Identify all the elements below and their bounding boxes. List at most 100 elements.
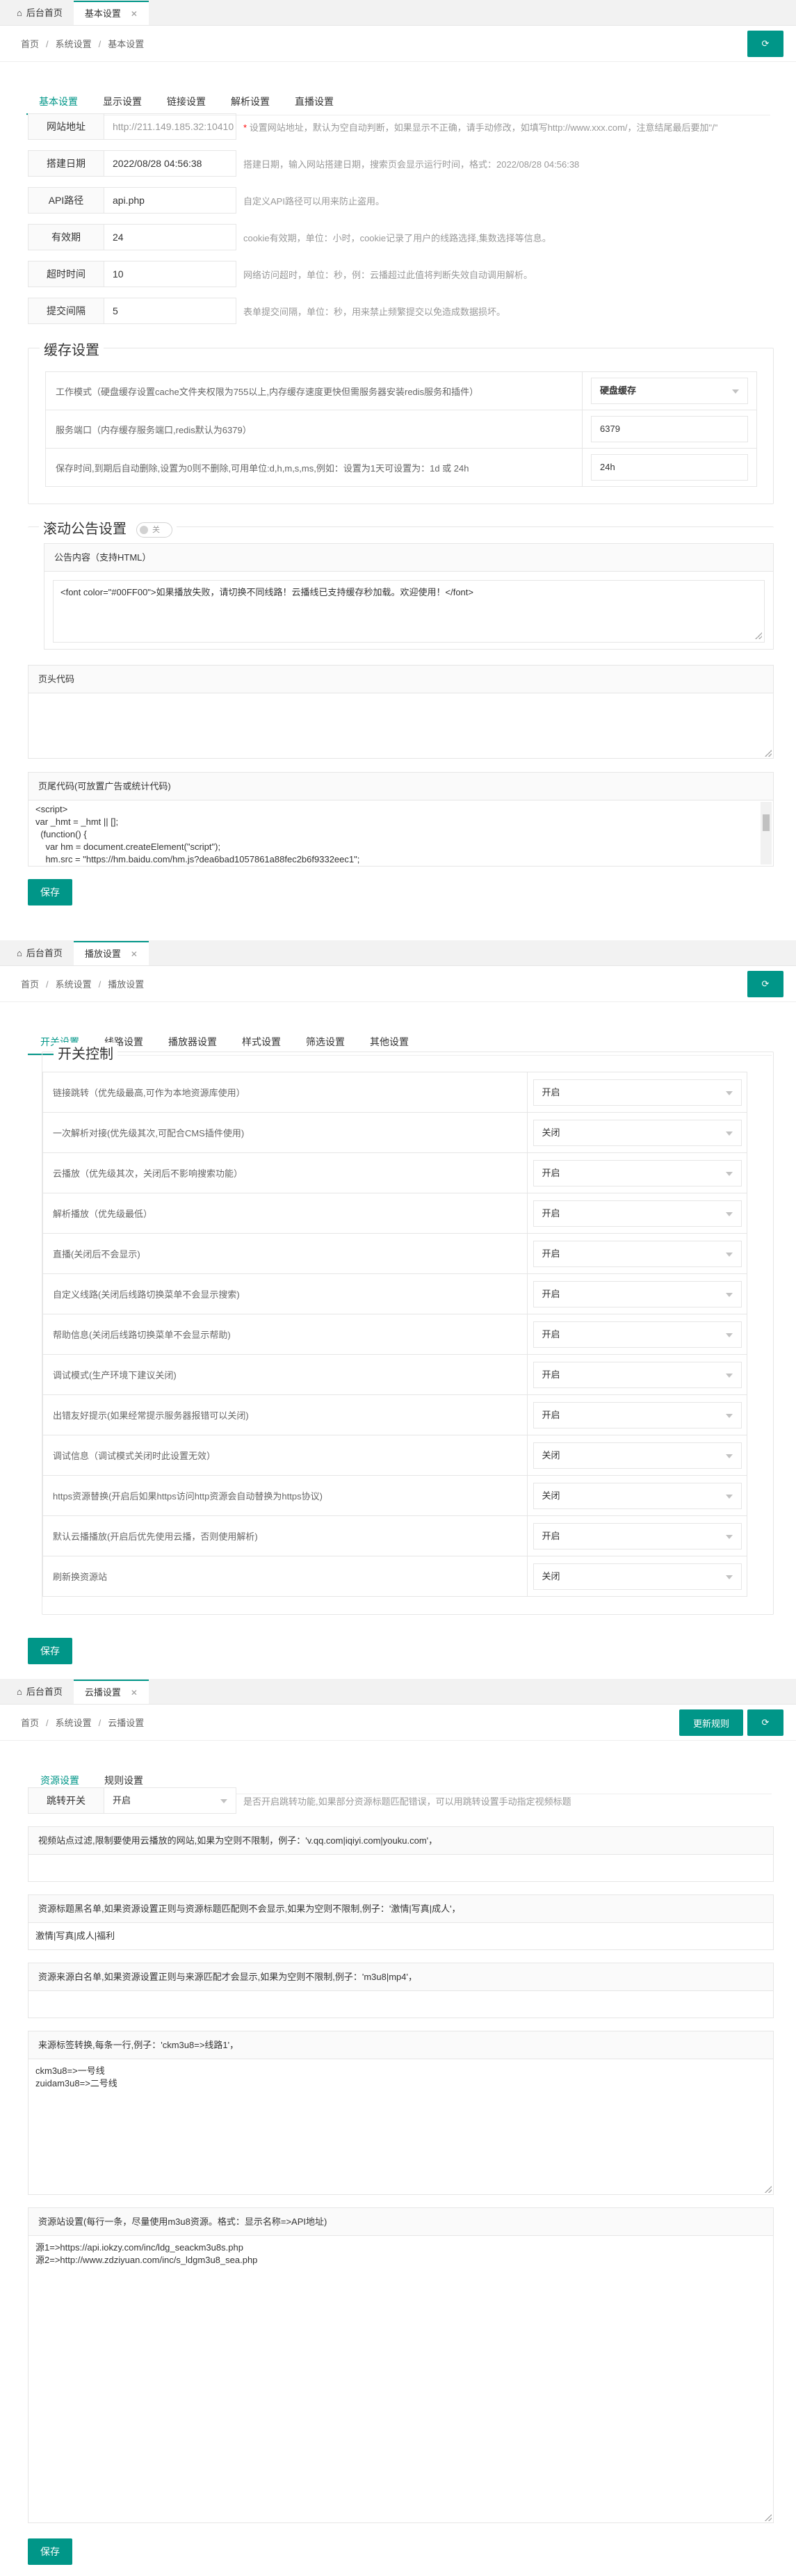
toggle-select[interactable]: 开启 <box>533 1200 742 1227</box>
resize-handle-icon[interactable] <box>755 632 762 639</box>
site-url-input[interactable]: http://211.149.185.32:10410 <box>104 113 236 140</box>
resize-handle-icon[interactable] <box>765 2514 772 2521</box>
toggle-select[interactable]: 开启 <box>533 1321 742 1348</box>
header-code-textarea[interactable] <box>29 693 773 758</box>
save-button[interactable]: 保存 <box>28 1638 72 1664</box>
toggle-select[interactable]: 关闭 <box>533 1482 742 1509</box>
breadcrumb-item: 云播设置 <box>108 1718 145 1728</box>
breadcrumb-item[interactable]: 首页 <box>21 39 39 49</box>
footer-code-textarea[interactable]: <script> var _hmt = _hmt || []; (functio… <box>29 800 773 866</box>
tab-basic-settings[interactable]: 基本设置 ✕ <box>73 1 149 26</box>
source-whitelist-title: 资源来源白名单,如果资源设置正则与来源匹配才会显示,如果为空则不限制,例子：'m… <box>29 1963 773 1991</box>
play-settings-panel: ⌂ 后台首页 播放设置 ✕ 首页 / 系统设置 / 播放设置 ⟳ 开关设置 线路设置 播放器… <box>0 940 796 1677</box>
source-whitelist-input[interactable] <box>29 1991 773 2018</box>
form-row: 跳转开关 开启 是否开启跳转功能,如果部分资源标题匹配错误，可以用跳转设置手动指… <box>28 1787 571 1814</box>
subtab-link[interactable]: 链接设置 <box>154 88 218 115</box>
tab-home[interactable]: ⌂ 后台首页 <box>6 1680 74 1704</box>
toggle-select[interactable]: 关闭 <box>533 1442 742 1469</box>
refresh-button[interactable]: ⟳ <box>747 971 783 997</box>
table-row: 解析播放（优先级最低） 开启 <box>43 1193 747 1234</box>
cache-ttl-input[interactable]: 24h <box>591 454 748 481</box>
title-blacklist-input[interactable]: 激情|写真|成人|福利 <box>29 1923 773 1949</box>
breadcrumb: 首页 / 系统设置 / 基本设置 ⟳ <box>0 26 796 62</box>
toggle-select[interactable]: 开启 <box>533 1240 742 1267</box>
build-date-input[interactable]: 2022/08/28 04:56:38 <box>104 150 236 177</box>
breadcrumb-item[interactable]: 系统设置 <box>56 1718 92 1728</box>
api-path-input[interactable]: api.php <box>104 187 236 214</box>
source-label-title: 来源标签转换,每条一行,例子：'ckm3u8=>线路1'， <box>29 2031 773 2059</box>
breadcrumb-item[interactable]: 系统设置 <box>56 979 92 990</box>
caret-down-icon <box>725 1292 733 1297</box>
submit-interval-input[interactable]: 5 <box>104 298 236 324</box>
api-sources-textarea[interactable]: 源1=>https://api.iokzy.com/inc/ldg_seackm… <box>29 2236 773 2522</box>
site-filter-input[interactable] <box>29 1855 773 1881</box>
resize-handle-icon[interactable] <box>765 750 772 757</box>
breadcrumb-item[interactable]: 首页 <box>21 979 39 990</box>
table-row: 保存时间,到期后自动删除,设置为0则不删除,可用单位:d,h,m,s,ms,例如… <box>46 449 756 487</box>
caret-down-icon <box>725 1333 733 1337</box>
tab-bar: ⌂ 后台首页 基本设置 ✕ <box>0 0 796 26</box>
close-icon[interactable]: ✕ <box>131 1681 138 1705</box>
toggle-select[interactable]: 开启 <box>533 1522 742 1549</box>
toggle-select[interactable]: 开启 <box>533 1280 742 1307</box>
tab-play-settings[interactable]: 播放设置 ✕ <box>73 941 149 966</box>
row-label: 默认云播播放(开启后优先使用云播，否则使用解析) <box>43 1516 528 1556</box>
notice-textarea[interactable]: <font color="#00FF00">如果播放失败，请切换不同线路！云播线… <box>53 580 765 643</box>
timeout-input[interactable]: 10 <box>104 261 236 287</box>
table-row: 调试模式(生产环境下建议关闭) 开启 <box>43 1355 747 1395</box>
close-icon[interactable]: ✕ <box>131 2 138 26</box>
toggle-select[interactable]: 开启 <box>533 1401 742 1428</box>
toggle-select[interactable]: 开启 <box>533 1159 742 1186</box>
update-rules-button[interactable]: 更新规则 <box>679 1709 743 1736</box>
subtab-basic[interactable]: 基本设置 <box>26 88 90 115</box>
cache-mode-select[interactable]: 硬盘缓存 <box>591 378 748 404</box>
caret-down-icon <box>725 1211 733 1216</box>
breadcrumb-item[interactable]: 首页 <box>21 1718 39 1728</box>
close-icon[interactable]: ✕ <box>131 942 138 966</box>
source-label-textarea[interactable]: ckm3u8=>一号线 zuidam3u8=>二号线 <box>29 2059 773 2194</box>
toggle-select[interactable]: 关闭 <box>533 1119 742 1146</box>
tab-home[interactable]: ⌂ 后台首页 <box>6 1 74 25</box>
tab-home[interactable]: ⌂ 后台首页 <box>6 942 74 965</box>
save-button[interactable]: 保存 <box>28 2538 72 2565</box>
tab-cloud-settings[interactable]: 云播设置 ✕ <box>73 1680 149 1705</box>
scrollbar[interactable] <box>761 802 772 864</box>
notice-card-title: 公告内容（支持HTML） <box>44 544 773 572</box>
api-sources-title: 资源站设置(每行一条，尽量使用m3u8资源。格式：显示名称=>API地址) <box>29 2208 773 2236</box>
field-label: 跳转开关 <box>28 1787 104 1814</box>
toggle-select[interactable]: 开启 <box>533 1079 742 1106</box>
redis-port-input[interactable]: 6379 <box>591 416 748 442</box>
breadcrumb-item[interactable]: 系统设置 <box>56 39 92 49</box>
refresh-icon: ⟳ <box>761 979 770 989</box>
header-code-title: 页头代码 <box>29 666 773 693</box>
refresh-button[interactable]: ⟳ <box>747 1709 783 1736</box>
row-label: 直播(关闭后不会显示) <box>43 1234 528 1273</box>
notice-card: 公告内容（支持HTML） <font color="#00FF00">如果播放失… <box>44 543 774 650</box>
notice-toggle[interactable]: 关 <box>136 522 172 538</box>
home-icon: ⌂ <box>17 948 22 958</box>
save-button[interactable]: 保存 <box>28 879 72 905</box>
expiry-input[interactable]: 24 <box>104 224 236 250</box>
table-row: 链接跳转（优先级最高,可作为本地资源库使用） 开启 <box>43 1072 747 1113</box>
toggle-select[interactable]: 开启 <box>533 1361 742 1388</box>
subtab-display[interactable]: 显示设置 <box>90 88 154 115</box>
resize-handle-icon[interactable] <box>765 2186 772 2193</box>
caret-down-icon <box>725 1454 733 1458</box>
refresh-button[interactable]: ⟳ <box>747 31 783 57</box>
subtab-live[interactable]: 直播设置 <box>282 88 346 115</box>
tab-bar: ⌂ 后台首页 播放设置 ✕ <box>0 940 796 966</box>
caret-down-icon <box>725 1090 733 1095</box>
caret-down-icon <box>725 1131 733 1136</box>
footer-code-card: 页尾代码(可放置广告或统计代码) <script> var _hmt = _hm… <box>28 772 774 867</box>
toggle-select[interactable]: 关闭 <box>533 1563 742 1590</box>
subtab-parse[interactable]: 解析设置 <box>218 88 282 115</box>
form-row: 有效期 24 cookie有效期，单位：小时，cookie记录了用户的线路选择,集数… <box>28 224 551 250</box>
title-blacklist-card: 资源标题黑名单,如果资源设置正则与资源标题匹配则不会显示,如果为空则不限制,例子… <box>28 1894 774 1950</box>
breadcrumb: 首页 / 系统设置 / 云播设置 更新规则 ⟳ <box>0 1705 796 1741</box>
form-row: 搭建日期 2022/08/28 04:56:38 搭建日期，输入网站搭建日期，搜索页… <box>28 150 579 177</box>
row-label: 帮助信息(关闭后线路切换菜单不会显示帮助) <box>43 1314 528 1354</box>
jump-switch-select[interactable]: 开启 <box>104 1787 236 1814</box>
table-row: 云播放（优先级其次，关闭后不影响搜索功能） 开启 <box>43 1153 747 1193</box>
refresh-icon: ⟳ <box>761 1717 770 1728</box>
row-label: 解析播放（优先级最低） <box>43 1193 528 1233</box>
